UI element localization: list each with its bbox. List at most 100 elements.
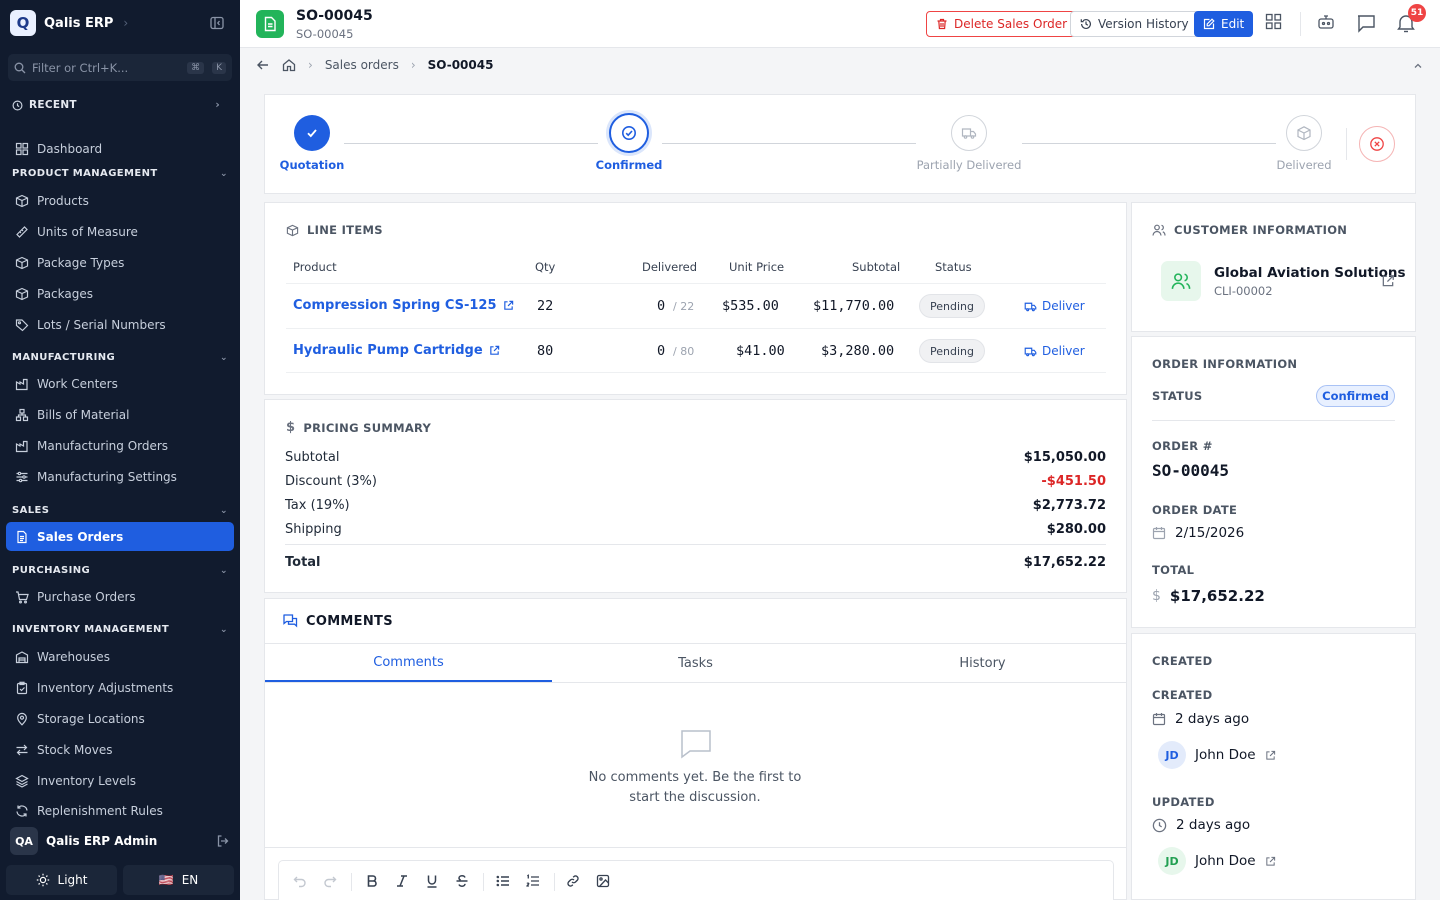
step-label-partially-delivered: Partially Delivered — [916, 158, 1022, 172]
numbered-list-icon[interactable] — [526, 874, 540, 888]
deliver-button[interactable]: Deliver — [1024, 344, 1085, 358]
section-title: CUSTOMER INFORMATION — [1174, 223, 1348, 237]
sidebar-item-storage[interactable]: Storage Locations — [6, 704, 234, 733]
section-title: PRICING SUMMARY — [303, 420, 432, 435]
divider — [483, 873, 484, 891]
sidebar-item-work-centers[interactable]: Work Centers — [6, 369, 234, 398]
back-arrow-icon[interactable] — [256, 58, 270, 72]
sidebar-item-dashboard[interactable]: Dashboard — [6, 134, 234, 163]
col-unit-price: Unit Price — [729, 260, 785, 274]
link-icon[interactable] — [566, 874, 580, 888]
bold-icon[interactable] — [365, 874, 379, 888]
home-icon[interactable] — [282, 58, 296, 72]
external-link-icon[interactable] — [1265, 750, 1276, 761]
sidebar-item-products[interactable]: Products — [6, 186, 234, 215]
total-value: $17,652.22 — [1169, 587, 1265, 605]
redo-icon[interactable] — [323, 874, 337, 888]
italic-icon[interactable] — [395, 874, 409, 888]
sidebar-item-lots[interactable]: Lots / Serial Numbers — [6, 310, 234, 339]
sidebar-item-boms[interactable]: Bills of Material — [6, 400, 234, 429]
sidebar-item-label: Purchase Orders — [37, 589, 136, 604]
chevron-down-icon: ⌄ — [220, 168, 228, 179]
group-sales[interactable]: SALES ⌄ — [12, 505, 228, 516]
theme-label: Light — [57, 873, 88, 887]
deliver-button[interactable]: Deliver — [1024, 299, 1085, 313]
group-product-management[interactable]: PRODUCT MANAGEMENT ⌄ — [12, 168, 228, 179]
breadcrumb-sales-orders[interactable]: Sales orders — [325, 58, 399, 72]
user-menu[interactable]: QA Qalis ERP Admin — [0, 822, 240, 860]
group-label: INVENTORY MANAGEMENT — [12, 624, 170, 635]
sidebar-item-warehouses[interactable]: Warehouses — [6, 642, 234, 671]
language-button[interactable]: 🇺🇸 EN — [123, 865, 234, 895]
strikethrough-icon[interactable] — [455, 874, 469, 888]
undo-icon[interactable] — [293, 874, 307, 888]
underline-icon[interactable] — [425, 874, 439, 888]
recent-label: RECENT — [29, 99, 77, 111]
tab-tasks[interactable]: Tasks — [552, 644, 839, 682]
user-name: Qalis ERP Admin — [46, 834, 158, 848]
sidebar-item-mfg-orders[interactable]: Manufacturing Orders — [6, 431, 234, 460]
sidebar-item-mfg-settings[interactable]: Manufacturing Settings — [6, 462, 234, 491]
sidebar-item-purchase-orders[interactable]: Purchase Orders — [6, 582, 234, 611]
version-history-button[interactable]: Version History — [1070, 11, 1199, 37]
group-purchasing[interactable]: PURCHASING ⌄ — [12, 565, 228, 576]
app-switcher[interactable]: Q Qalis ERP › — [10, 10, 128, 36]
sidebar-item-packages[interactable]: Packages — [6, 279, 234, 308]
pricing-row-shipping: Shipping $280.00 — [285, 522, 1106, 537]
sidebar-item-replenish[interactable]: Replenishment Rules — [6, 797, 234, 819]
image-icon[interactable] — [596, 874, 610, 888]
bot-icon[interactable] — [1317, 13, 1335, 31]
sidebar-item-stock-moves[interactable]: Stock Moves — [6, 735, 234, 764]
step-partially-delivered[interactable] — [951, 115, 987, 151]
bullet-list-icon[interactable] — [496, 874, 510, 888]
chevron-up-icon[interactable] — [1412, 60, 1424, 72]
updated-when: 2 days ago — [1152, 817, 1250, 833]
edit-button[interactable]: Edit — [1194, 11, 1254, 37]
sidebar-item-package-types[interactable]: Package Types — [6, 248, 234, 277]
delete-sales-order-button[interactable]: Delete Sales Order — [926, 11, 1078, 37]
user-name[interactable]: John Doe — [1195, 853, 1256, 869]
apps-grid-icon[interactable] — [1265, 13, 1282, 30]
product-link[interactable]: Compression Spring CS-125 — [293, 298, 514, 313]
recent-section-toggle[interactable]: RECENT › — [12, 99, 220, 111]
theme-toggle-button[interactable]: Light — [6, 865, 117, 895]
customer-name[interactable]: Global Aviation Solutions — [1214, 265, 1406, 281]
step-quotation[interactable] — [294, 115, 330, 151]
sidebar-item-label: Package Types — [37, 255, 125, 270]
sidebar-item-units[interactable]: Units of Measure — [6, 217, 234, 246]
section-title: LINE ITEMS — [307, 223, 383, 237]
step-delivered[interactable] — [1286, 115, 1322, 151]
sidebar-item-sales-orders[interactable]: Sales Orders — [6, 522, 234, 551]
tab-history[interactable]: History — [839, 644, 1126, 682]
clock-icon — [12, 100, 23, 111]
external-link-icon[interactable] — [1265, 856, 1276, 867]
logout-icon[interactable] — [216, 834, 230, 848]
divider — [1152, 420, 1395, 421]
sidebar-item-inv-adjust[interactable]: Inventory Adjustments — [6, 673, 234, 702]
delivered-qty: 0 — [657, 298, 666, 314]
external-link-icon[interactable] — [1381, 274, 1395, 288]
step-confirmed[interactable] — [609, 113, 649, 153]
factory-icon — [15, 439, 29, 453]
divider — [554, 873, 555, 891]
cancel-order-step[interactable] — [1359, 126, 1395, 162]
chevron-down-icon: ⌄ — [220, 565, 228, 576]
pricing-row-subtotal: Subtotal $15,050.00 — [285, 450, 1106, 465]
sidebar-item-inv-levels[interactable]: Inventory Levels — [6, 766, 234, 795]
sidebar-collapse-icon[interactable] — [210, 16, 224, 30]
product-link[interactable]: Hydraulic Pump Cartridge — [293, 343, 500, 358]
user-name[interactable]: John Doe — [1195, 747, 1256, 763]
chat-icon[interactable] — [1356, 14, 1376, 33]
users-icon — [1171, 271, 1191, 291]
customer-avatar — [1161, 261, 1201, 301]
group-label: SALES — [12, 505, 50, 516]
order-total-label: TOTAL — [1152, 563, 1195, 577]
truck-icon — [961, 125, 977, 141]
time-value: 2 days ago — [1176, 817, 1251, 833]
col-delivered: Delivered — [642, 260, 698, 274]
group-inventory[interactable]: INVENTORY MANAGEMENT ⌄ — [12, 624, 228, 635]
sidebar-filter-input[interactable]: Filter or Ctrl+K... ⌘ K — [8, 54, 232, 81]
tab-comments[interactable]: Comments — [265, 644, 552, 682]
group-manufacturing[interactable]: MANUFACTURING ⌄ — [12, 352, 228, 363]
button-label: Deliver — [1042, 299, 1085, 313]
